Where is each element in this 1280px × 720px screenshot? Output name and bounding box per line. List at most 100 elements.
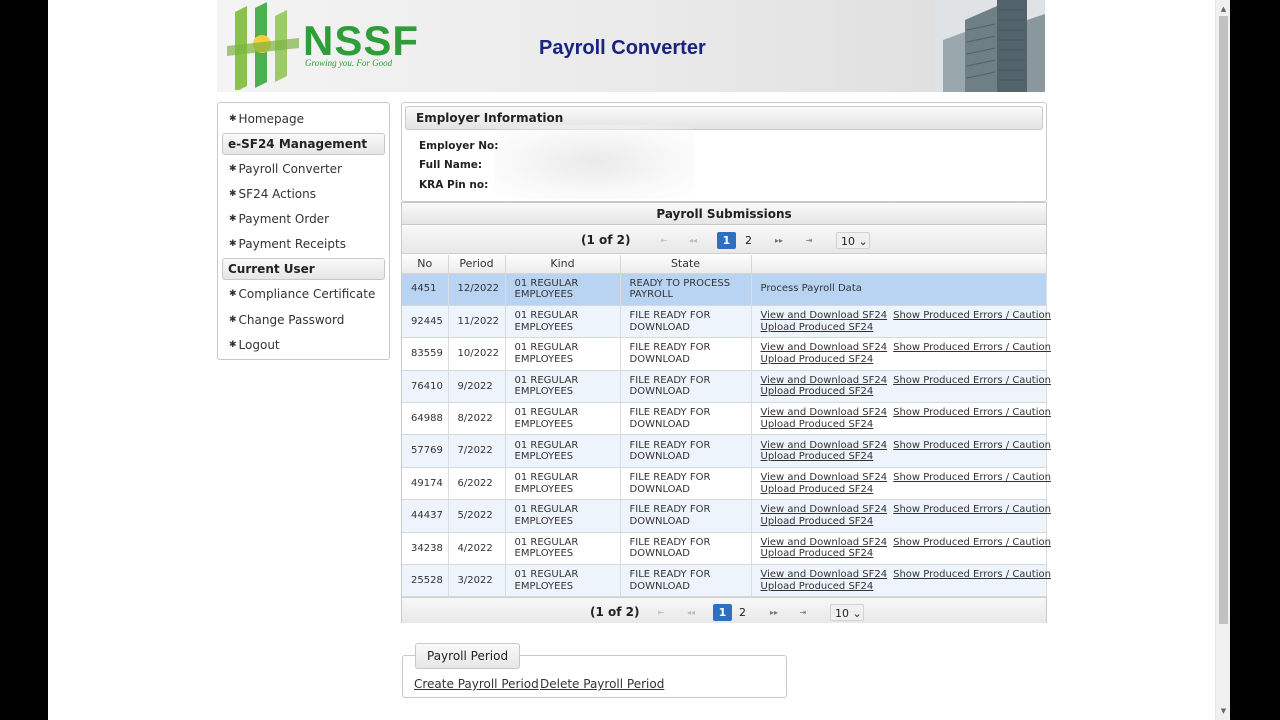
upload-produced-sf24-link[interactable]: Upload Produced SF24 [761,419,874,430]
show-errors-caution-link[interactable]: Show Produced Errors / Caution [893,310,1051,321]
employer-information-panel: Employer Information Employer No: Full N… [401,102,1047,202]
show-errors-caution-link[interactable]: Show Produced Errors / Caution [893,407,1051,418]
submissions-title: Payroll Submissions [402,203,1046,225]
sidebar-item-sf24-actions[interactable]: ✱ SF24 Actions [229,186,316,202]
sidebar-item-logout[interactable]: ✱ Logout [229,337,280,353]
prev-page-icon[interactable]: ◂◂ [680,605,702,621]
upload-produced-sf24-link[interactable]: Upload Produced SF24 [761,451,874,462]
view-download-sf24-link[interactable]: View and Download SF24 [761,504,888,515]
show-errors-caution-link[interactable]: Show Produced Errors / Caution [893,537,1051,548]
cell-kind: 01 REGULAR EMPLOYEES [505,337,621,371]
actions-line: Upload Produced SF24 [761,354,1037,366]
cell-actions: View and Download SF24 Show Produced Erro… [751,467,1051,501]
view-download-sf24-link[interactable]: View and Download SF24 [761,569,888,580]
scroll-up-arrow-icon[interactable]: ▲ [1216,2,1231,16]
table-row[interactable]: 44437 5/2022 01 REGULAR EMPLOYEES FILE READ… [402,499,1051,533]
rows-per-page-select[interactable]: 10 ⌄ [836,232,870,249]
nssf-logo[interactable]: NSSF Growing you. For Good [225,2,418,90]
gear-icon: ✱ [229,289,237,299]
show-errors-caution-link[interactable]: Show Produced Errors / Caution [893,472,1051,483]
next-page-icon[interactable]: ▸▸ [763,605,785,621]
logo-text: NSSF [303,17,420,64]
last-page-icon[interactable]: ⇥ [792,605,814,621]
upload-produced-sf24-link[interactable]: Upload Produced SF24 [761,548,874,559]
cell-period: 10/2022 [448,337,506,371]
upload-produced-sf24-link[interactable]: Upload Produced SF24 [761,581,874,592]
table-row[interactable]: 49174 6/2022 01 REGULAR EMPLOYEES FILE READ… [402,467,1051,501]
table-header-row: No Period Kind State [402,255,1047,274]
show-errors-caution-link[interactable]: Show Produced Errors / Caution [893,504,1051,515]
show-errors-caution-link[interactable]: Show Produced Errors / Caution [893,440,1051,451]
delete-payroll-period-link[interactable]: Delete Payroll Period [540,677,664,691]
view-download-sf24-link[interactable]: View and Download SF24 [761,342,888,353]
sidebar-item-label: Compliance Certificate [238,287,376,301]
page-button-2[interactable]: 2 [739,232,758,249]
gear-icon: ✱ [229,114,237,124]
actions-line: View and Download SF24 Show Produced Erro… [761,472,1051,484]
page-button-1[interactable]: 1 [713,604,732,621]
upload-produced-sf24-link[interactable]: Upload Produced SF24 [761,386,874,397]
column-header-state[interactable]: State [620,255,752,274]
table-row[interactable]: 34238 4/2022 01 REGULAR EMPLOYEES FILE READ… [402,532,1051,566]
sidebar-item-homepage[interactable]: ✱ Homepage [229,111,304,127]
view-download-sf24-link[interactable]: View and Download SF24 [761,310,888,321]
upload-produced-sf24-link[interactable]: Upload Produced SF24 [761,322,874,333]
create-payroll-period-link[interactable]: Create Payroll Period [414,677,539,691]
column-header-period[interactable]: Period [448,255,506,274]
cell-no: 83559 [402,337,449,371]
show-errors-caution-link[interactable]: Show Produced Errors / Caution [893,342,1051,353]
show-errors-caution-link[interactable]: Show Produced Errors / Caution [893,569,1051,580]
upload-produced-sf24-link[interactable]: Upload Produced SF24 [761,484,874,495]
sidebar-item-change-password[interactable]: ✱ Change Password [229,312,344,328]
show-errors-caution-link[interactable]: Show Produced Errors / Caution [893,375,1051,386]
upload-produced-sf24-link[interactable]: Upload Produced SF24 [761,516,874,527]
view-download-sf24-link[interactable]: View and Download SF24 [761,440,888,451]
table-row[interactable]: 4451 12/2022 01 REGULAR EMPLOYEES READY TO … [402,273,1047,306]
prev-page-icon[interactable]: ◂◂ [682,233,704,249]
process-payroll-data-link[interactable]: Process Payroll Data [761,283,862,294]
cell-period: 8/2022 [448,402,506,436]
column-header-kind[interactable]: Kind [505,255,621,274]
view-download-sf24-link[interactable]: View and Download SF24 [761,375,888,386]
upload-produced-sf24-link[interactable]: Upload Produced SF24 [761,354,874,365]
vertical-scrollbar[interactable]: ▲ ▼ [1215,0,1230,720]
scroll-down-arrow-icon[interactable]: ▼ [1216,704,1231,718]
paginator-bottom: (1 of 2) ⇤ ◂◂ 1 2 ▸▸ ⇥ 10 ⌄ [402,597,1046,623]
sidebar-item-label: Payroll Converter [238,162,342,176]
table-row[interactable]: 25528 3/2022 01 REGULAR EMPLOYEES FILE READ… [402,564,1051,598]
last-page-icon[interactable]: ⇥ [798,233,820,249]
paginator-top: (1 of 2) ⇤ ◂◂ 1 2 ▸▸ ⇥ 10 ⌄ [402,226,1046,254]
payroll-submissions-panel: Payroll Submissions (1 of 2) ⇤ ◂◂ 1 2 ▸▸… [401,202,1051,623]
table-row[interactable]: 76410 9/2022 01 REGULAR EMPLOYEES FILE READ… [402,370,1051,404]
view-download-sf24-link[interactable]: View and Download SF24 [761,407,888,418]
sidebar-section-current-user: Current User [222,258,385,280]
view-download-sf24-link[interactable]: View and Download SF24 [761,537,888,548]
sidebar-item-payment-receipts[interactable]: ✱ Payment Receipts [229,236,346,252]
page-button-2[interactable]: 2 [733,604,752,621]
sidebar-item-payroll-converter[interactable]: ✱ Payroll Converter [229,161,342,177]
actions-line: Upload Produced SF24 [761,322,1037,334]
rows-per-page-select[interactable]: 10 ⌄ [830,604,864,621]
sidebar-item-compliance-certificate[interactable]: ✱ Compliance Certificate [229,286,375,302]
first-page-icon[interactable]: ⇤ [653,233,675,249]
sidebar-item-payment-order[interactable]: ✱ Payment Order [229,211,329,227]
cell-kind: 01 REGULAR EMPLOYEES [505,532,621,566]
table-row[interactable]: 92445 11/2022 01 REGULAR EMPLOYEES FILE REA… [402,305,1051,339]
cell-kind: 01 REGULAR EMPLOYEES [505,467,621,501]
actions-line: View and Download SF24 Show Produced Erro… [761,375,1051,387]
cell-state: FILE READY FOR DOWNLOAD [620,402,752,436]
sidebar-item-label: Payment Order [238,212,329,226]
first-page-icon[interactable]: ⇤ [650,605,672,621]
table-row[interactable]: 57769 7/2022 01 REGULAR EMPLOYEES FILE READ… [402,434,1051,468]
column-header-no[interactable]: No [402,255,449,274]
next-page-icon[interactable]: ▸▸ [768,233,790,249]
page-button-1[interactable]: 1 [717,232,736,249]
view-download-sf24-link[interactable]: View and Download SF24 [761,472,888,483]
gear-icon: ✱ [229,214,237,224]
table-row[interactable]: 83559 10/2022 01 REGULAR EMPLOYEES FILE REA… [402,337,1051,371]
cell-kind: 01 REGULAR EMPLOYEES [505,305,621,339]
table-row[interactable]: 64988 8/2022 01 REGULAR EMPLOYEES FILE READ… [402,402,1051,436]
scrollbar-thumb[interactable] [1219,16,1228,624]
cell-period: 5/2022 [448,499,506,533]
cell-no: 25528 [402,564,449,598]
